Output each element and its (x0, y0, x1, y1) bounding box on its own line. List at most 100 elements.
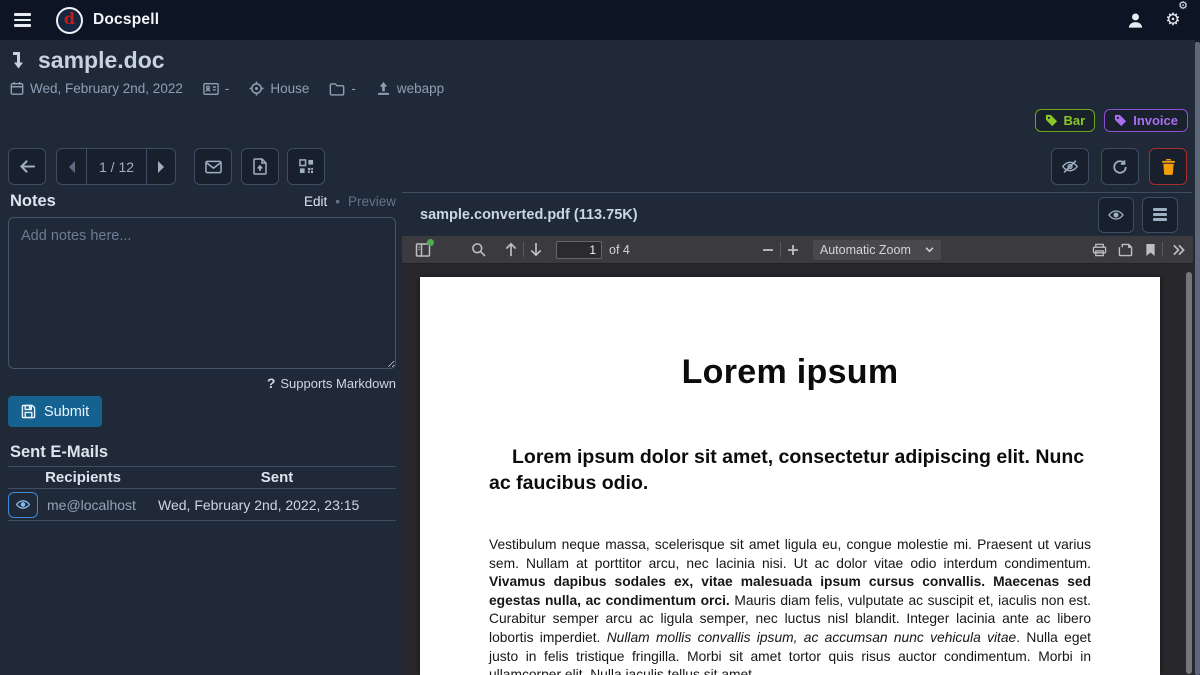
eye-slash-icon (1061, 159, 1079, 174)
markdown-hint-row: ?Supports Markdown (8, 375, 396, 391)
app-logo[interactable]: d Docspell (56, 7, 159, 34)
pdf-next-page-button[interactable] (524, 236, 548, 264)
notes-heading: Notes (10, 192, 56, 211)
pdf-search-button[interactable] (465, 236, 491, 264)
delete-item-button[interactable] (1149, 148, 1187, 185)
turn-down-arrow-icon (10, 50, 29, 72)
pdf-scrollbar[interactable] (1186, 266, 1192, 674)
tag-chip-invoice[interactable]: Invoice (1104, 109, 1188, 132)
user-account-button[interactable] (1118, 3, 1152, 37)
chevron-left-icon (68, 161, 76, 173)
printer-icon (1092, 243, 1107, 257)
item-toolbar: 1 / 12 (0, 148, 1200, 185)
crosshairs-icon (249, 81, 264, 96)
prev-page-button[interactable] (57, 149, 86, 184)
attachment-view-button[interactable] (1098, 197, 1134, 233)
meta-date: Wed, February 2nd, 2022 (10, 81, 183, 96)
arrow-left-icon (19, 159, 36, 174)
tag-icon (1045, 114, 1058, 127)
notes-header: Notes Edit • Preview (10, 192, 396, 211)
sidebar-notification-dot (427, 239, 434, 246)
pdf-save-button[interactable] (1112, 236, 1138, 264)
plus-icon (787, 244, 799, 256)
pdf-zoom-out-button[interactable] (756, 236, 780, 264)
pdf-print-button[interactable] (1086, 236, 1112, 264)
email-sent-date: Wed, February 2nd, 2022, 23:15 (158, 497, 396, 513)
page-indicator: 1 / 12 (86, 149, 146, 184)
top-navbar: d Docspell ⚙ ⚙ (0, 0, 1200, 40)
eye-icon (1107, 208, 1125, 222)
meta-folder: - (329, 81, 356, 96)
chevron-down-icon (925, 247, 934, 253)
calendar-icon (10, 81, 24, 96)
hide-item-button[interactable] (1051, 148, 1089, 185)
arrow-down-icon (529, 242, 543, 257)
gear-icon: ⚙ (1165, 10, 1180, 30)
notes-edit-tab[interactable]: Edit (304, 194, 327, 209)
address-card-icon (203, 82, 219, 96)
save-floppy-icon (21, 404, 36, 419)
metadata-grid-button[interactable] (287, 148, 325, 185)
email-recipients: me@localhost (47, 497, 158, 513)
pdf-document-subtitle: Lorem ipsum dolor sit amet, consectetur … (489, 444, 1091, 496)
view-email-button[interactable] (8, 492, 38, 518)
app-scrollbar-thumb[interactable] (1195, 42, 1200, 675)
attachment-header: sample.converted.pdf (113.75K) (402, 192, 1192, 236)
pdf-paragraph-segment: Vestibulum neque massa, scelerisque sit … (489, 537, 1091, 571)
upload-icon (376, 81, 391, 96)
double-chevron-right-icon (1172, 244, 1185, 256)
next-page-button[interactable] (146, 149, 175, 184)
tab-separator-dot: • (335, 194, 340, 209)
envelope-icon (205, 160, 222, 174)
pdf-sidebar-toggle-button[interactable] (411, 236, 435, 264)
docspell-logo-icon: d (56, 7, 83, 34)
pdf-page-number-input[interactable] (556, 241, 602, 259)
menu-bars-icon (1153, 208, 1167, 220)
tag-list: Bar Invoice (1035, 109, 1188, 132)
trash-icon (1161, 158, 1176, 175)
arrow-up-icon (504, 242, 518, 257)
app-scrollbar[interactable] (1195, 40, 1200, 675)
pdf-zoom-in-button[interactable] (781, 236, 805, 264)
document-meta-row: Wed, February 2nd, 2022 - House - webapp (10, 81, 444, 96)
pdf-document-paragraph: Vestibulum neque massa, scelerisque sit … (489, 536, 1091, 675)
attachment-menu-button[interactable] (1142, 197, 1178, 233)
meta-correspondent: - (203, 81, 230, 96)
hamburger-menu-icon[interactable] (2, 0, 42, 40)
meta-concerning: House (249, 81, 309, 96)
pdf-bookmark-button[interactable] (1138, 236, 1162, 264)
refresh-icon (1112, 159, 1128, 175)
pdf-viewer: of 4 Automatic Zoom Lorem ipsum Lorem ip… (402, 236, 1193, 675)
send-mail-button[interactable] (194, 148, 232, 185)
pdf-prev-page-button[interactable] (499, 236, 523, 264)
question-icon: ? (267, 375, 276, 391)
sent-emails-table: Recipients Sent me@localhost Wed, Februa… (8, 466, 396, 521)
document-title: sample.doc (38, 47, 165, 74)
submit-notes-button[interactable]: Submit (8, 396, 102, 427)
column-header-sent: Sent (158, 469, 396, 486)
pdf-zoom-select[interactable]: Automatic Zoom (813, 240, 941, 260)
reprocess-button[interactable] (1101, 148, 1139, 185)
tag-chip-bar[interactable]: Bar (1035, 109, 1096, 132)
document-title-row: sample.doc (10, 47, 165, 74)
pdf-document-title: Lorem ipsum (420, 353, 1160, 392)
table-row: me@localhost Wed, February 2nd, 2022, 23… (8, 489, 396, 521)
minus-icon (762, 244, 774, 256)
add-file-button[interactable] (241, 148, 279, 185)
notes-preview-tab[interactable]: Preview (348, 194, 396, 209)
file-upload-icon (253, 158, 267, 175)
pdf-page-count-label: of 4 (609, 243, 630, 257)
attachment-pager: 1 / 12 (56, 148, 176, 185)
pdf-page-canvas: Lorem ipsum Lorem ipsum dolor sit amet, … (420, 277, 1160, 675)
sent-emails-heading: Sent E-Mails (10, 443, 108, 462)
pdf-scrollbar-thumb[interactable] (1186, 272, 1192, 674)
settings-button[interactable]: ⚙ ⚙ (1160, 3, 1186, 37)
column-header-recipients: Recipients (8, 469, 158, 486)
gear-small-icon: ⚙ (1178, 0, 1188, 12)
chevron-right-icon (157, 161, 165, 173)
back-button[interactable] (8, 148, 46, 185)
pdf-tools-expand-button[interactable] (1163, 236, 1193, 264)
supports-markdown-link[interactable]: ?Supports Markdown (267, 376, 396, 391)
meta-source: webapp (376, 81, 444, 96)
notes-input[interactable] (8, 217, 396, 369)
